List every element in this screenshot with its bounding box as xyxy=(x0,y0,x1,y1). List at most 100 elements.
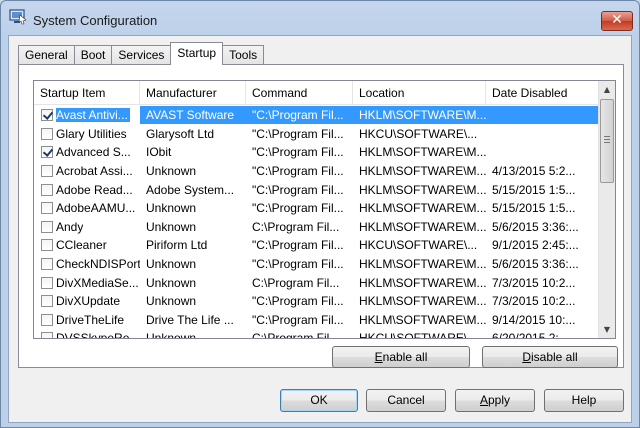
startup-item-checkbox[interactable] xyxy=(41,239,53,252)
manufacturer-cell: IObit xyxy=(146,145,172,160)
table-row[interactable]: CheckNDISPort Unknown "C:\Program Fil... HK… xyxy=(34,255,599,274)
table-row[interactable]: Advanced S... IObit "C:\Program Fil... HKLM… xyxy=(34,143,599,162)
help-button[interactable]: Help xyxy=(544,389,624,412)
column-header-command[interactable]: Command xyxy=(246,81,353,105)
location-cell: HKCU\SOFTWARE\... xyxy=(359,238,478,253)
startup-item-checkbox[interactable] xyxy=(41,313,53,326)
row-detail-cells: Unknown C:\Program Fil... HKLM\SOFTWARE\M.… xyxy=(140,218,599,236)
manufacturer-cell: Unknown xyxy=(146,275,197,290)
startup-item-name: Advanced S... xyxy=(56,145,131,160)
table-row[interactable]: DriveTheLife Drive The Life ... "C:\Progra… xyxy=(34,311,599,330)
startup-item-cell: DVSSkypeRe... xyxy=(34,331,140,338)
command-cell: C:\Program Fil... xyxy=(252,219,340,234)
startup-item-checkbox[interactable] xyxy=(41,165,53,178)
apply-button[interactable]: Apply xyxy=(455,389,535,412)
date-disabled-cell: 7/3/2015 10:2... xyxy=(492,275,576,290)
startup-item-name: CheckNDISPort xyxy=(56,257,140,272)
manufacturer-cell: AVAST Software xyxy=(146,108,235,123)
close-button[interactable]: ✕ xyxy=(601,11,633,31)
cancel-button[interactable]: Cancel xyxy=(366,389,446,412)
table-row[interactable]: AdobeAAMU... Unknown "C:\Program Fil... HKL… xyxy=(34,199,599,218)
table-row[interactable]: Adobe Read... Adobe System... "C:\Program … xyxy=(34,180,599,199)
startup-item-checkbox[interactable] xyxy=(41,276,53,289)
location-cell: HKLM\SOFTWARE\M... xyxy=(359,182,486,197)
startup-item-name: CCleaner xyxy=(56,238,107,253)
enable-all-button[interactable]: Enable all xyxy=(332,346,470,368)
startup-item-name: DivXUpdate xyxy=(56,294,121,309)
startup-item-checkbox[interactable] xyxy=(41,109,53,122)
column-header-location[interactable]: Location xyxy=(353,81,486,105)
column-header-date-disabled[interactable]: Date Disabled xyxy=(486,81,599,105)
startup-item-checkbox[interactable] xyxy=(41,258,53,271)
command-cell: "C:\Program Fil... xyxy=(252,145,344,160)
grip-line xyxy=(604,142,610,143)
location-cell: HKLM\SOFTWARE\M... xyxy=(359,164,486,179)
startup-item-name: DriveTheLife xyxy=(56,312,125,327)
table-row[interactable]: Glary Utilities Glarysoft Ltd "C:\Program … xyxy=(34,125,599,144)
manufacturer-cell: Unknown xyxy=(146,294,197,309)
tab-tools[interactable]: Tools xyxy=(222,45,265,65)
startup-item-cell: DivXUpdate xyxy=(34,294,140,308)
table-row[interactable]: DivXUpdate Unknown "C:\Program Fil... HKLM\… xyxy=(34,292,599,311)
startup-item-cell: Advanced S... xyxy=(34,145,140,159)
startup-item-checkbox[interactable] xyxy=(41,127,53,140)
tab-general[interactable]: General xyxy=(18,45,75,65)
startup-item-checkbox[interactable] xyxy=(41,332,53,338)
ok-button[interactable]: OK xyxy=(280,389,358,412)
command-cell: "C:\Program Fil... xyxy=(252,126,344,141)
tab-startup[interactable]: Startup xyxy=(170,42,224,65)
startup-item-checkbox[interactable] xyxy=(41,183,53,196)
list-rows: Avast Antivi... AVAST Software "C:\Program… xyxy=(34,106,599,339)
table-row[interactable]: Acrobat Assi... Unknown "C:\Program Fil...… xyxy=(34,162,599,181)
startup-items-list[interactable]: Startup Item Manufacturer Command Locati… xyxy=(33,80,616,339)
row-detail-cells: Unknown "C:\Program Fil... HKLM\SOFTWARE\M… xyxy=(140,199,599,217)
command-cell: "C:\Program Fil... xyxy=(252,294,344,309)
vertical-scrollbar[interactable]: ▲ ▼ xyxy=(598,81,615,338)
startup-item-name: Acrobat Assi... xyxy=(56,164,133,179)
manufacturer-cell: Piriform Ltd xyxy=(146,238,208,253)
manufacturer-cell: Unknown xyxy=(146,201,197,216)
date-disabled-cell: 4/13/2015 5:2... xyxy=(492,164,576,179)
scroll-down-arrow-icon[interactable]: ▼ xyxy=(599,321,615,338)
button-accelerator: D xyxy=(522,350,531,364)
title-bar[interactable]: System Configuration ✕ xyxy=(1,1,639,35)
row-detail-cells: Unknown C:\Program Fil... HKCU\SOFTWARE\..… xyxy=(140,329,599,339)
window-title: System Configuration xyxy=(33,13,158,28)
table-row[interactable]: DVSSkypeRe... Unknown C:\Program Fil... HKC… xyxy=(34,329,599,339)
startup-item-checkbox[interactable] xyxy=(41,295,53,308)
location-cell: HKLM\SOFTWARE\M... xyxy=(359,219,486,234)
startup-item-cell: Glary Utilities xyxy=(34,127,140,141)
button-label: OK xyxy=(310,393,328,407)
row-detail-cells: Unknown "C:\Program Fil... HKLM\SOFTWARE\M… xyxy=(140,255,599,273)
startup-item-name: AdobeAAMU... xyxy=(56,201,136,216)
tab-services[interactable]: Services xyxy=(111,45,172,65)
table-row[interactable]: CCleaner Piriform Ltd "C:\Program Fil... HK… xyxy=(34,236,599,255)
location-cell: HKLM\SOFTWARE\M... xyxy=(359,257,486,272)
command-cell: C:\Program Fil... xyxy=(252,331,340,339)
startup-item-name: DivXMediaSe... xyxy=(56,275,139,290)
scrollbar-thumb[interactable] xyxy=(600,99,614,183)
location-cell: HKLM\SOFTWARE\M... xyxy=(359,201,486,216)
startup-item-checkbox[interactable] xyxy=(41,146,53,159)
command-cell: "C:\Program Fil... xyxy=(252,182,344,197)
startup-item-cell: CCleaner xyxy=(34,238,140,252)
disable-all-button[interactable]: Disable all xyxy=(482,346,618,368)
manufacturer-cell: Drive The Life ... xyxy=(146,312,234,327)
column-header-startup-item[interactable]: Startup Item xyxy=(34,81,140,105)
tab-boot[interactable]: Boot xyxy=(73,45,113,65)
date-disabled-cell: 9/14/2015 10:... xyxy=(492,312,576,327)
msconfig-icon xyxy=(9,9,27,25)
startup-item-checkbox[interactable] xyxy=(41,202,53,215)
location-cell: HKLM\SOFTWARE\M... xyxy=(359,312,486,327)
grip-line xyxy=(604,136,610,137)
startup-item-cell: DivXMediaSe... xyxy=(34,276,140,290)
table-row[interactable]: Andy Unknown C:\Program Fil... HKLM\SOFTWAR… xyxy=(34,218,599,237)
button-label: pply xyxy=(488,393,511,407)
location-cell: HKLM\SOFTWARE\M... xyxy=(359,108,486,123)
table-row[interactable]: DivXMediaSe... Unknown C:\Program Fil... HK… xyxy=(34,273,599,292)
table-row[interactable]: Avast Antivi... AVAST Software "C:\Program… xyxy=(34,106,599,125)
column-header-manufacturer[interactable]: Manufacturer xyxy=(140,81,246,105)
startup-item-checkbox[interactable] xyxy=(41,220,53,233)
scroll-up-arrow-icon[interactable]: ▲ xyxy=(599,81,615,98)
startup-item-cell: CheckNDISPort xyxy=(34,257,140,271)
